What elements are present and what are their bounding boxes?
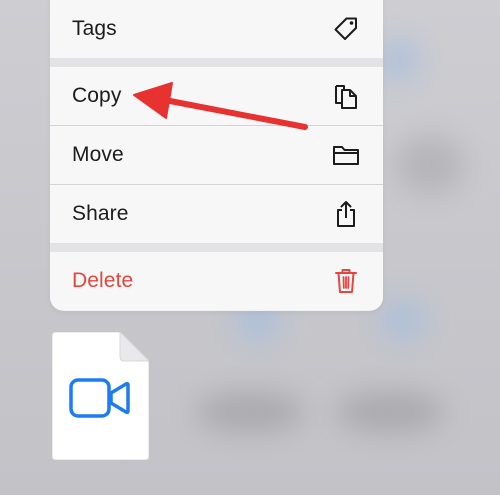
menu-item-label: Tags: [72, 17, 117, 40]
context-menu: Tags Copy Move Share Delete: [50, 0, 383, 311]
folder-icon: [331, 140, 361, 170]
tag-icon: [331, 14, 361, 44]
copy-icon: [331, 81, 361, 111]
menu-item-delete[interactable]: Delete: [50, 252, 383, 310]
menu-item-label: Share: [72, 202, 129, 225]
share-icon: [331, 199, 361, 229]
menu-item-label: Copy: [72, 84, 122, 107]
file-thumbnail[interactable]: [51, 330, 151, 461]
menu-item-tags[interactable]: Tags: [50, 0, 383, 58]
menu-item-share[interactable]: Share: [50, 185, 383, 243]
menu-item-copy[interactable]: Copy: [50, 67, 383, 125]
menu-item-label: Delete: [72, 269, 134, 292]
menu-item-move[interactable]: Move: [50, 126, 383, 184]
video-camera-icon: [69, 378, 131, 423]
trash-icon: [331, 266, 361, 296]
menu-item-label: Move: [72, 143, 124, 166]
